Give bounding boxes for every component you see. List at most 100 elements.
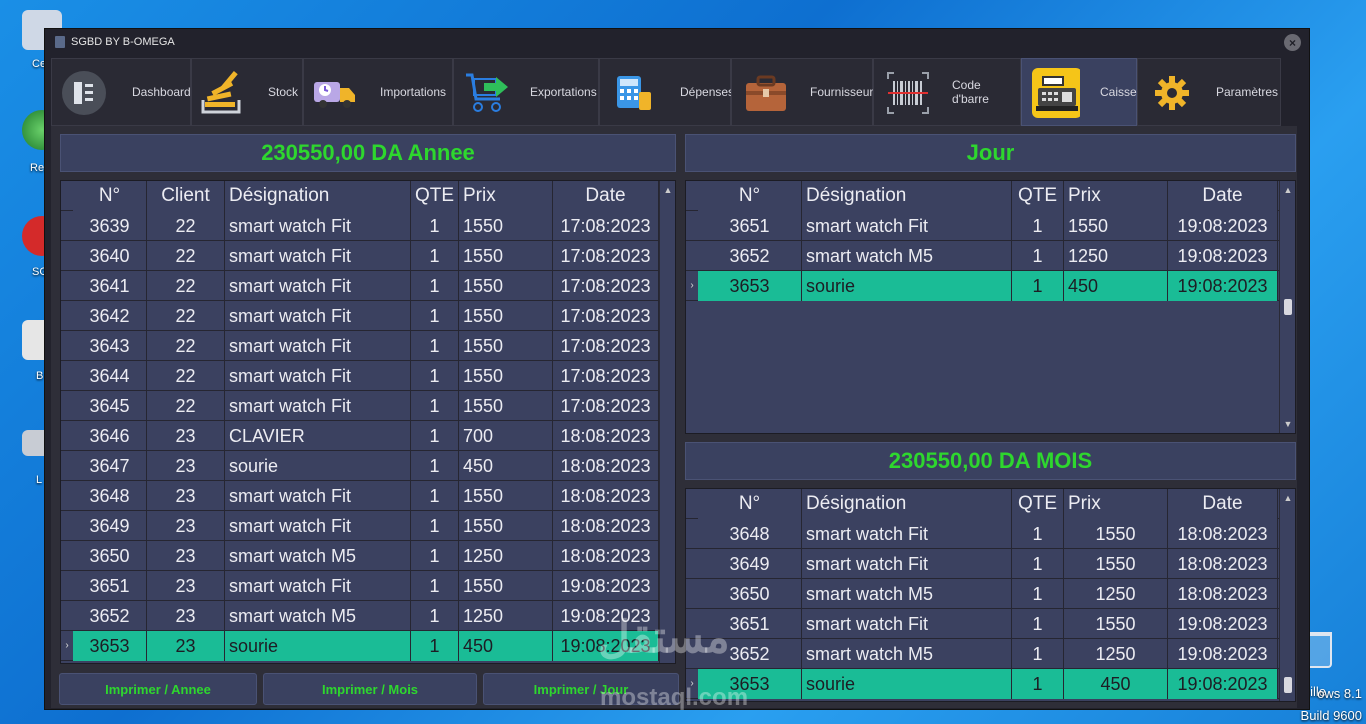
table-cell: 19:08:2023 <box>1168 271 1278 301</box>
table-row[interactable]: › 3653 sourie 1 450 19:08:2023 <box>686 669 1295 699</box>
row-header[interactable]: › <box>61 631 73 660</box>
calculator-icon <box>610 69 658 117</box>
table-row[interactable]: 3649 smart watch Fit 1 1550 18:08:2023 <box>686 549 1295 579</box>
table-cell: 1550 <box>1064 211 1168 241</box>
row-header[interactable] <box>61 481 73 510</box>
tab-depenses[interactable]: Dépenses <box>599 58 734 126</box>
row-header[interactable] <box>61 601 73 630</box>
print-month-button[interactable]: Imprimer / Mois <box>263 673 477 705</box>
scroll-down-icon[interactable]: ▼ <box>1280 417 1295 431</box>
truck-icon <box>310 69 358 117</box>
table-cell: 1 <box>1012 609 1064 639</box>
table-row[interactable]: 3650 smart watch M5 1 1250 18:08:2023 <box>686 579 1295 609</box>
row-header[interactable]: › <box>686 271 698 300</box>
tab-fournisseur[interactable]: Fournisseur <box>731 58 873 126</box>
scroll-thumb[interactable] <box>1284 299 1292 315</box>
table-cell: 3639 <box>73 211 147 241</box>
row-header[interactable] <box>61 361 73 390</box>
table-cell: smart watch M5 <box>225 601 411 631</box>
year-grid-scrollbar[interactable]: ▲ <box>659 181 675 663</box>
row-header[interactable] <box>61 451 73 480</box>
table-cell: 18:08:2023 <box>553 481 659 511</box>
title-bar[interactable]: SGBD BY B-OMEGA <box>45 29 1309 55</box>
table-cell: 18:08:2023 <box>553 511 659 541</box>
table-cell: smart watch Fit <box>225 331 411 361</box>
row-header[interactable] <box>686 549 698 578</box>
row-header[interactable] <box>61 421 73 450</box>
table-row[interactable]: 3647 23 sourie 1 450 18:08:2023 <box>61 451 675 481</box>
close-icon: × <box>1288 35 1296 50</box>
table-cell: 18:08:2023 <box>553 421 659 451</box>
tab-importations[interactable]: Importations <box>303 58 453 126</box>
row-header[interactable] <box>61 271 73 300</box>
desktop-icon-label: B <box>36 370 44 382</box>
row-header[interactable] <box>61 301 73 330</box>
tab-label: Code d'barre <box>952 78 989 106</box>
table-row[interactable]: 3643 22 smart watch Fit 1 1550 17:08:2023 <box>61 331 675 361</box>
month-sales-grid[interactable]: N° Désignation QTE Prix Date 3648 smart watch … <box>685 488 1296 702</box>
table-row[interactable]: 3646 23 CLAVIER 1 700 18:08:2023 <box>61 421 675 451</box>
table-cell: sourie <box>225 451 411 481</box>
table-row[interactable]: 3652 23 smart watch M5 1 1250 19:08:2023 <box>61 601 675 631</box>
row-header[interactable] <box>686 241 698 270</box>
table-cell: smart watch Fit <box>802 519 1012 549</box>
table-row[interactable]: 3640 22 smart watch Fit 1 1550 17:08:2023 <box>61 241 675 271</box>
table-row[interactable]: 3642 22 smart watch Fit 1 1550 17:08:2023 <box>61 301 675 331</box>
table-cell: 17:08:2023 <box>553 391 659 421</box>
table-row[interactable]: › 3653 sourie 1 450 19:08:2023 <box>686 271 1295 301</box>
dashboard-icon <box>60 69 108 117</box>
row-header[interactable] <box>686 211 698 240</box>
year-sales-grid[interactable]: N° Client Désignation QTE Prix Date 3639 22 smar… <box>60 180 676 664</box>
day-sales-grid[interactable]: N° Désignation QTE Prix Date 3651 smart watch … <box>685 180 1296 434</box>
table-row[interactable]: 3649 23 smart watch Fit 1 1550 18:08:2023 <box>61 511 675 541</box>
table-cell: 3641 <box>73 271 147 301</box>
row-header[interactable] <box>61 391 73 420</box>
day-grid-scrollbar[interactable]: ▲ ▼ <box>1279 181 1295 433</box>
table-cell: 1550 <box>459 301 553 331</box>
print-year-button[interactable]: Imprimer / Annee <box>59 673 257 705</box>
table-row[interactable]: 3651 23 smart watch Fit 1 1550 19:08:2023 <box>61 571 675 601</box>
table-cell: smart watch Fit <box>225 301 411 331</box>
scroll-up-icon[interactable]: ▲ <box>1280 491 1295 505</box>
table-cell: 1550 <box>459 241 553 271</box>
table-row[interactable]: 3641 22 smart watch Fit 1 1550 17:08:2023 <box>61 271 675 301</box>
tab-code-barre[interactable]: Code d'barre <box>873 58 1021 126</box>
table-cell: 18:08:2023 <box>553 451 659 481</box>
tab-exportations[interactable]: Exportations <box>453 58 599 126</box>
table-row[interactable]: 3648 smart watch Fit 1 1550 18:08:2023 <box>686 519 1295 549</box>
table-cell: 3653 <box>73 631 147 661</box>
row-header[interactable] <box>61 331 73 360</box>
scroll-up-icon[interactable]: ▲ <box>660 183 675 197</box>
table-row[interactable]: 3645 22 smart watch Fit 1 1550 17:08:2023 <box>61 391 675 421</box>
row-header[interactable] <box>61 511 73 540</box>
row-header[interactable] <box>61 211 73 240</box>
tab-stock[interactable]: Stock <box>191 58 303 126</box>
row-header[interactable] <box>686 519 698 548</box>
table-cell: 1 <box>411 481 459 511</box>
stock-icon <box>198 69 246 117</box>
scroll-up-icon[interactable]: ▲ <box>1280 183 1295 197</box>
table-row[interactable]: 3651 smart watch Fit 1 1550 19:08:2023 <box>686 609 1295 639</box>
table-row[interactable]: › 3653 23 sourie 1 450 19:08:2023 <box>61 631 675 661</box>
tab-parametres[interactable]: Paramètres <box>1137 58 1281 126</box>
table-row[interactable]: 3652 smart watch M5 1 1250 19:08:2023 <box>686 241 1295 271</box>
table-cell: smart watch M5 <box>225 541 411 571</box>
scroll-thumb[interactable] <box>1284 677 1292 693</box>
month-total-header: 230550,00 DA MOIS <box>685 442 1296 480</box>
row-header[interactable] <box>61 241 73 270</box>
table-row[interactable]: 3639 22 smart watch Fit 1 1550 17:08:2023 <box>61 211 675 241</box>
table-cell: 1 <box>411 391 459 421</box>
close-button[interactable]: × <box>1284 34 1301 51</box>
month-grid-scrollbar[interactable]: ▲ <box>1279 489 1295 701</box>
app-logo-icon <box>55 36 65 48</box>
table-row[interactable]: 3650 23 smart watch M5 1 1250 18:08:2023 <box>61 541 675 571</box>
tab-dashboard[interactable]: Dashboard <box>51 58 191 126</box>
table-row[interactable]: 3651 smart watch Fit 1 1550 19:08:2023 <box>686 211 1295 241</box>
table-row[interactable]: 3644 22 smart watch Fit 1 1550 17:08:2023 <box>61 361 675 391</box>
table-row[interactable]: 3652 smart watch M5 1 1250 19:08:2023 <box>686 639 1295 669</box>
row-header[interactable] <box>61 571 73 600</box>
tab-caisse[interactable]: Caisse <box>1021 58 1137 126</box>
table-row[interactable]: 3648 23 smart watch Fit 1 1550 18:08:2023 <box>61 481 675 511</box>
row-header[interactable] <box>686 579 698 608</box>
row-header[interactable] <box>61 541 73 570</box>
